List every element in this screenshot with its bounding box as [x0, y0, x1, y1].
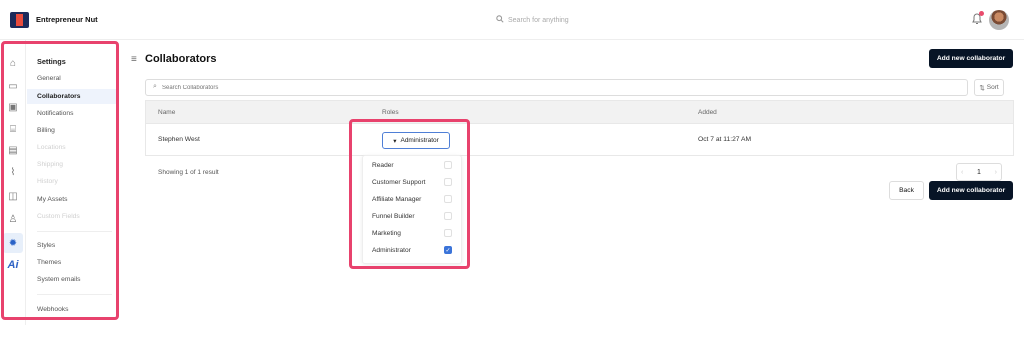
sort-button[interactable]: ⇅ Sort: [974, 79, 1004, 96]
main-content: ≡ Collaborators Add new collaborator ⌕ ⇅…: [118, 40, 1024, 325]
app-title[interactable]: Entrepreneur Nut: [36, 15, 98, 24]
avatar[interactable]: [989, 10, 1009, 30]
sort-icon: ⇅: [979, 84, 985, 92]
collaborator-search-box[interactable]: ⌕: [145, 79, 968, 96]
add-collaborator-bottom-button[interactable]: Add new collaborator: [929, 181, 1013, 200]
global-search[interactable]: Search for anything: [496, 15, 569, 25]
column-header-roles: Roles: [382, 109, 399, 116]
menu-icon[interactable]: ≡: [131, 54, 137, 65]
back-button[interactable]: Back: [889, 181, 924, 200]
current-page[interactable]: 1: [977, 169, 981, 176]
notification-badge: [979, 11, 984, 16]
search-icon: ⌕: [153, 83, 157, 90]
add-collaborator-top-button[interactable]: Add new collaborator: [929, 49, 1013, 68]
column-header-name: Name: [158, 109, 176, 116]
table-row: Stephen West ▾ Administrator Oct 7 at 11…: [145, 123, 1014, 156]
added-date: Oct 7 at 11:27 AM: [698, 136, 752, 143]
sort-label: Sort: [986, 84, 999, 91]
previous-page-button[interactable]: ‹: [961, 169, 963, 176]
column-header-added: Added: [698, 109, 717, 116]
app-logo[interactable]: [10, 12, 29, 28]
next-page-button[interactable]: ›: [995, 169, 997, 176]
collaborator-search-input[interactable]: [162, 82, 462, 93]
roles-highlight-box: [349, 119, 470, 269]
collaborators-settings-page: Entrepreneur Nut Search for anything ⌂ ▭…: [0, 0, 1024, 341]
result-count: Showing 1 of 1 result: [158, 169, 219, 176]
top-bar: Entrepreneur Nut Search for anything: [0, 0, 1024, 40]
bottom-whitespace: [0, 325, 1024, 341]
pagination: ‹ 1 ›: [956, 163, 1002, 181]
global-search-placeholder: Search for anything: [508, 16, 569, 24]
page-title: Collaborators: [145, 53, 217, 65]
sidebar-highlight-box: [1, 41, 119, 320]
search-icon: [496, 15, 504, 25]
collaborator-name: Stephen West: [158, 136, 200, 143]
collaborators-table-header: Name Roles Added: [145, 100, 1014, 123]
